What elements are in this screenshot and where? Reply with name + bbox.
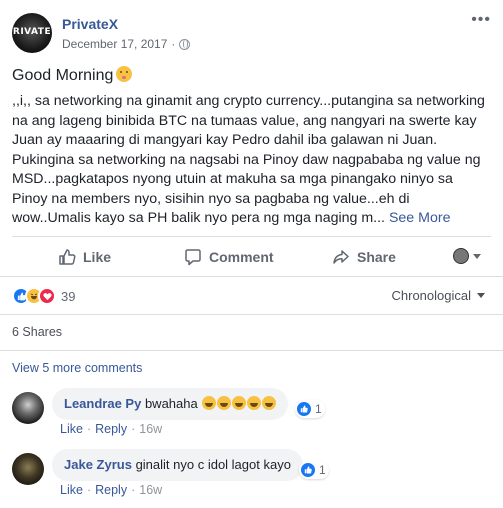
share-arrow-icon: [333, 250, 349, 264]
comment-bubble-icon: [185, 249, 201, 266]
comment-item: Jake Zyrus ginalit nyo c idol lagot kayo…: [12, 449, 491, 508]
view-more-label: View 5 more comments: [12, 361, 143, 375]
comment-reply-link[interactable]: Reply: [95, 422, 127, 436]
reactions-summary: 39 Chronological: [12, 287, 491, 307]
thumbs-up-icon: [59, 249, 76, 265]
post-greeting: Good Morning: [12, 66, 133, 85]
comment-actions: Like · Reply · 16w: [60, 422, 162, 436]
commenter-avatar[interactable]: [12, 392, 44, 424]
comment-like-link[interactable]: Like: [60, 483, 83, 497]
post-body-text: ,,i,, sa networking na ginamit ang crypt…: [12, 93, 485, 226]
dot-separator: ·: [131, 422, 136, 436]
reactions-count-button[interactable]: 39: [12, 287, 75, 305]
comment-reaction-count: 1: [315, 402, 322, 416]
post-date[interactable]: December 17, 2017: [62, 37, 167, 51]
post-header: RIVATE PrivateX December 17, 2017 · •••: [12, 12, 491, 57]
user-avatar-icon: [453, 248, 469, 264]
commenter-name[interactable]: Leandrae Py: [64, 396, 141, 411]
laughing-emoji-icon: [247, 396, 262, 410]
view-more-comments-link[interactable]: View 5 more comments: [12, 361, 142, 375]
laughing-emoji-icon: [202, 396, 217, 410]
sort-label: Chronological: [391, 288, 472, 303]
comment-text: bwahaha: [144, 396, 198, 411]
shares-count-link[interactable]: 6 Shares: [12, 325, 62, 339]
reaction-as-selector[interactable]: [453, 248, 481, 264]
laughing-emoji-icon: [217, 396, 232, 410]
like-button[interactable]: Like: [58, 248, 111, 266]
avatar-logo-text: RIVATE: [12, 27, 52, 37]
comment-button[interactable]: Comment: [184, 248, 274, 266]
commenter-name[interactable]: Jake Zyrus: [64, 457, 132, 472]
comment-actions: Like · Reply · 16w: [60, 483, 162, 497]
post-action-bar: Like Comment Share: [12, 242, 491, 272]
laughing-emoji-icon: [262, 396, 277, 410]
kissing-emoji-icon: [116, 66, 133, 82]
comment-item: Leandrae Py bwahaha 1 Like · Reply · 16w: [12, 388, 491, 448]
chevron-down-icon: [473, 253, 481, 259]
comment-timestamp[interactable]: 16w: [139, 483, 162, 497]
divider: [0, 314, 503, 315]
chevron-down-icon: [477, 293, 485, 298]
dot-separator: ·: [131, 483, 136, 497]
dot-separator: ·: [86, 483, 92, 497]
comment-label: Comment: [209, 249, 274, 265]
comment-sort-dropdown[interactable]: Chronological: [391, 288, 485, 303]
reaction-count: 39: [61, 288, 76, 304]
share-button[interactable]: Share: [332, 248, 396, 266]
post-meta: December 17, 2017 ·: [62, 37, 191, 51]
globe-icon[interactable]: [179, 38, 191, 50]
comment-text: ginalit nyo c idol lagot kayo: [135, 457, 291, 472]
see-more-link[interactable]: See More: [389, 210, 451, 226]
post-body: ,,i,, sa networking na ginamit ang crypt…: [12, 92, 491, 229]
comment-bubble: Leandrae Py bwahaha: [52, 388, 289, 420]
page-avatar[interactable]: RIVATE: [12, 13, 52, 53]
comment-reply-link[interactable]: Reply: [95, 483, 127, 497]
like-reaction-icon: [296, 401, 312, 417]
share-label: Share: [357, 249, 396, 265]
comment-reaction-badge[interactable]: 1: [295, 400, 325, 418]
meta-separator: ·: [171, 37, 176, 51]
divider: [0, 350, 503, 351]
divider: [12, 236, 491, 237]
comment-like-link[interactable]: Like: [60, 422, 83, 436]
love-reaction-icon: [38, 287, 56, 305]
dot-separator: ·: [86, 422, 92, 436]
comment-bubble: Jake Zyrus ginalit nyo c idol lagot kayo: [52, 449, 303, 481]
post-author-name[interactable]: PrivateX: [62, 16, 118, 32]
greeting-text: Good Morning: [12, 67, 114, 84]
commenter-avatar[interactable]: [12, 453, 44, 485]
comment-timestamp[interactable]: 16w: [139, 422, 162, 436]
laughing-emoji-icon: [232, 396, 247, 410]
like-reaction-icon: [300, 462, 316, 478]
comment-reaction-count: 1: [319, 463, 326, 477]
more-options-icon[interactable]: •••: [471, 12, 491, 28]
like-label: Like: [83, 249, 112, 265]
comment-reaction-badge[interactable]: 1: [299, 461, 329, 479]
divider: [0, 276, 503, 277]
